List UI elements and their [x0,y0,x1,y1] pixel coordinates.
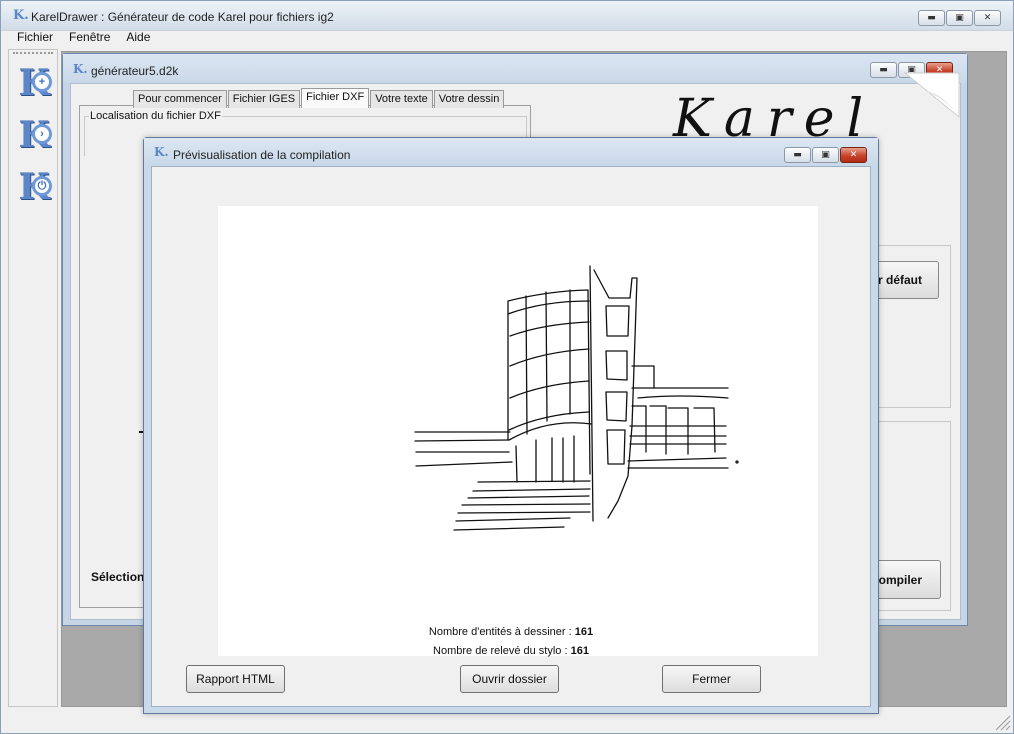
maximize-button[interactable]: ▣ [812,147,839,163]
sketch-line [593,269,638,519]
plus-icon: + [32,72,52,92]
sketch-line [453,526,565,531]
sketch-line [589,265,594,522]
generator-titlebar[interactable]: K. générateur5.d2k ▬ ▣ ✕ [63,54,967,83]
html-report-button[interactable]: Rapport HTML [186,665,285,693]
power-button[interactable]: K ⏻ [12,164,56,210]
sketch-line [605,305,630,337]
sketch-line [509,321,590,337]
power-icon: ⏻ [32,176,52,196]
resize-grip-icon[interactable] [993,713,1011,731]
dxf-group-label: Localisation du fichier DXF [89,110,222,122]
sketch-line [414,439,510,442]
tab-pour-commencer[interactable]: Pour commencer [133,90,227,108]
open-file-button[interactable]: K › [12,112,56,158]
new-file-button[interactable]: K + [12,60,56,106]
preview-dialog: K. Prévisualisation de la compilation ▬ … [143,137,879,714]
toolbar-grip[interactable] [13,52,53,54]
minimize-button[interactable]: ▬ [918,10,945,26]
sketch-line [508,411,590,431]
sketch-line [455,517,571,522]
sketch-line [515,445,518,483]
menu-bar: Fichier Fenêtre Aide [1,29,1013,47]
minimize-button[interactable]: ▬ [784,147,811,163]
tab-fichier-iges[interactable]: Fichier IGES [227,90,301,108]
sketch-line [415,461,513,467]
sketch-line [545,291,548,422]
sketch-line [631,365,655,389]
sketch-line [605,350,628,381]
preview-title: Prévisualisation de la compilation [173,148,351,162]
stat-entities: Nombre d'entités à dessiner : 161 [144,626,878,638]
main-titlebar[interactable]: K. KarelDrawer : Générateur de code Kare… [1,1,1013,31]
open-folder-button[interactable]: Ouvrir dossier [460,665,559,693]
main-window: K. KarelDrawer : Générateur de code Kare… [0,0,1014,734]
building-sketch [414,265,739,531]
sketch-line [525,295,528,435]
sketch-line [627,457,727,462]
close-button[interactable]: ✕ [974,10,1001,26]
tab-votre-dessin[interactable]: Votre dessin [433,90,505,108]
menu-aide[interactable]: Aide [118,29,158,47]
stat-entities-label: Nombre d'entités à dessiner : [428,626,572,638]
minimize-button[interactable]: ▬ [870,62,897,78]
main-title: KarelDrawer : Générateur de code Karel p… [31,10,334,24]
sketch-line [667,407,689,455]
stat-pen-lifts-label: Nombre de relevé du stylo : [433,645,568,657]
open-icon: › [32,124,52,144]
menu-fichier[interactable]: Fichier [9,29,61,47]
sketch-line [467,495,590,499]
sketch-line [472,488,591,492]
preview-window-controls: ▬ ▣ ✕ [784,147,867,163]
sketch-line [605,391,628,422]
preview-canvas [218,206,818,656]
tab-votre-texte[interactable]: Votre texte [370,90,433,108]
stat-entities-value: 161 [574,626,594,638]
generator-title: générateur5.d2k [91,64,179,78]
stat-pen-lifts-value: 161 [570,645,589,657]
sketch-line [631,405,647,453]
app-logo-icon: K. [154,145,169,159]
sketch-line [507,300,590,315]
app-logo-icon: K. [13,8,29,23]
close-button[interactable]: ✕ [840,147,867,163]
tab-strip: Pour commencer Fichier IGES Fichier DXF … [133,88,505,108]
sketch-line [457,511,591,514]
maximize-button[interactable]: ▣ [946,10,973,26]
sketch-line [509,380,590,399]
preview-titlebar[interactable]: K. Prévisualisation de la compilation ▬ … [144,138,878,166]
sketch-line [637,395,729,399]
menu-fenetre[interactable]: Fenêtre [61,29,118,47]
tab-fichier-dxf[interactable]: Fichier DXF [301,88,370,108]
sketch-line [693,407,716,453]
left-toolbar: K + K › K ⏻ [8,49,58,707]
sketch-line [606,429,626,465]
app-logo-icon: K. [73,62,88,76]
sketch-dot [735,460,739,464]
sketch-line [649,405,667,455]
selection-label: Sélection [91,570,145,584]
main-window-controls: ▬ ▣ ✕ [918,10,1001,26]
close-dialog-button[interactable]: Fermer [662,665,761,693]
page-curl-icon [903,72,960,119]
sketch-line [509,348,590,367]
sketch-line [461,503,591,506]
stat-pen-lifts: Nombre de relevé du stylo : 161 [144,645,878,657]
sketch-line [477,480,591,483]
